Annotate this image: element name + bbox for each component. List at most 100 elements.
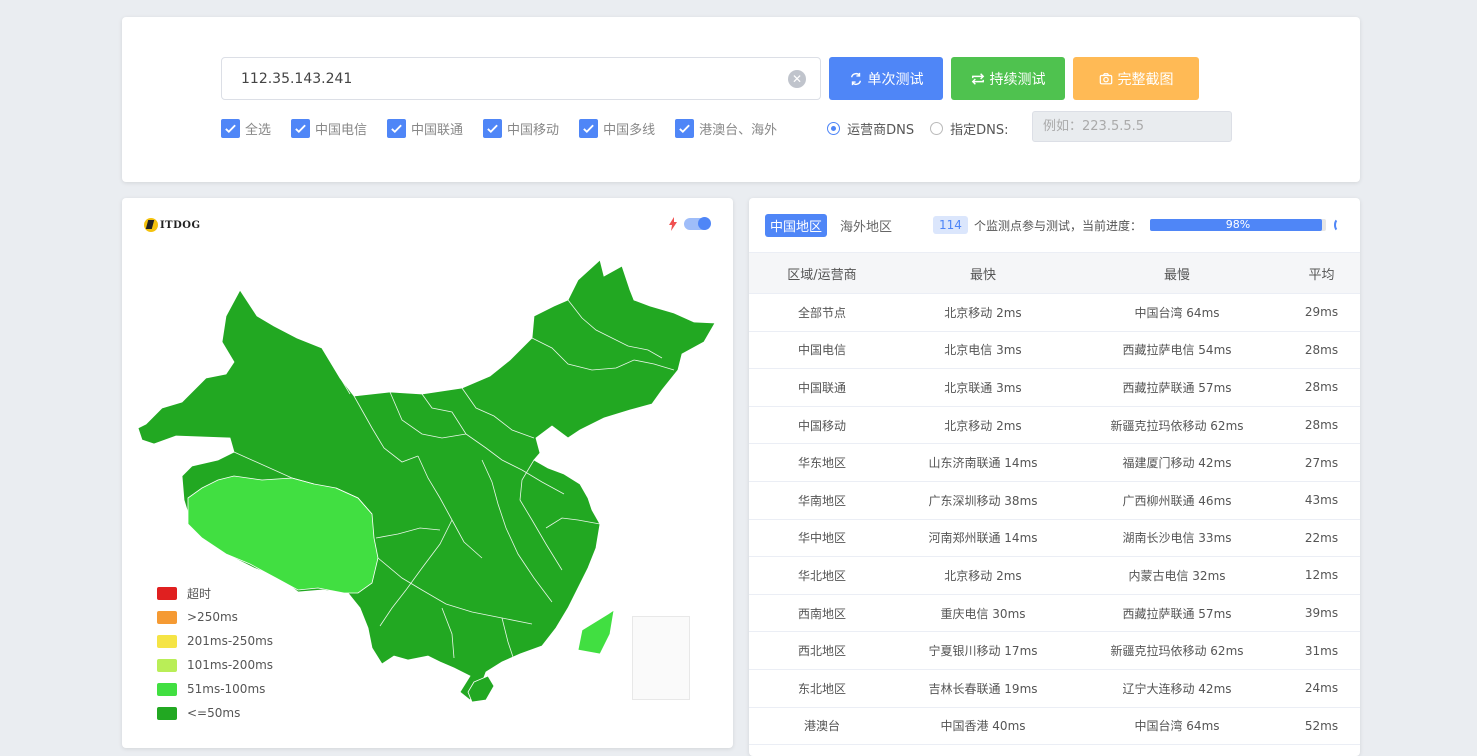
cell-region: 中国移动 — [749, 406, 895, 445]
cell-region: 西南地区 — [749, 594, 895, 633]
cell-slowest: 西藏拉萨电信 54ms — [1071, 331, 1283, 370]
cell-average: 52ms — [1283, 707, 1360, 746]
radio-custom-dns[interactable]: 指定DNS: — [930, 119, 1008, 138]
legend-item-over-250: >250ms — [157, 605, 273, 629]
cell-region: 中国电信 — [749, 331, 895, 370]
full-screenshot-button[interactable]: 完整截图 — [1073, 57, 1199, 100]
cell-slowest: 西藏拉萨联通 57ms — [1071, 594, 1283, 633]
table-row: 华南地区 广东深圳移动 38ms 广西柳州联通 46ms 43ms — [749, 481, 1360, 520]
checkbox-label: 港澳台、海外 — [699, 122, 778, 138]
cell-average: 28ms — [1283, 331, 1360, 370]
table-row: 华北地区 北京移动 2ms 内蒙古电信 32ms 12ms — [749, 556, 1360, 595]
legend-label: 101ms-200ms — [187, 658, 274, 672]
cell-fastest: 宁夏银川移动 17ms — [895, 631, 1071, 670]
progress-label: 个监测点参与测试，当前进度： — [973, 218, 1142, 233]
cell-fastest: 北京电信 3ms — [895, 331, 1071, 370]
tab-overseas[interactable]: 海外地区 — [835, 214, 897, 237]
table-row: 东北地区 吉林长春联通 19ms 辽宁大连移动 42ms 24ms — [749, 669, 1360, 708]
continuous-test-label: 持续测试 — [989, 71, 1046, 88]
target-ip-input[interactable] — [222, 58, 820, 99]
cell-region: 华中地区 — [749, 519, 895, 558]
cell-fastest: 中国香港 40ms — [895, 707, 1071, 746]
checkbox-select-all[interactable]: 全选 — [221, 118, 272, 138]
column-header-slowest: 最慢 — [1071, 252, 1283, 294]
checkbox-label: 中国电信 — [315, 122, 368, 138]
latency-stats-table: 区域/运营商 最快 最慢 平均 全部节点 北京移动 2ms 中国台湾 64ms 29m… — [749, 252, 1360, 746]
checkbox-unicom[interactable]: 中国联通 — [387, 118, 464, 138]
table-row: 西北地区 宁夏银川移动 17ms 新疆克拉玛依移动 62ms 31ms — [749, 631, 1360, 670]
column-header-average: 平均 — [1283, 252, 1360, 294]
checkbox-hk-overseas[interactable]: 港澳台、海外 — [675, 118, 778, 138]
legend-label: >250ms — [187, 610, 238, 624]
cell-average: 43ms — [1283, 481, 1360, 520]
checkbox-icon — [579, 118, 599, 138]
table-header-row: 区域/运营商 最快 最慢 平均 — [749, 252, 1360, 294]
map-region-taiwan[interactable] — [577, 609, 615, 655]
camera-icon — [1099, 72, 1112, 84]
checkbox-label: 全选 — [245, 122, 272, 138]
clear-circle-icon[interactable]: ✕ — [788, 70, 806, 88]
cell-average: 39ms — [1283, 594, 1360, 633]
cell-slowest: 辽宁大连移动 42ms — [1071, 669, 1283, 708]
cell-average: 31ms — [1283, 631, 1360, 670]
progress-percent-text: 98% — [1225, 218, 1251, 231]
isp-filter-row: 全选 中国电信 中国联通 中国移动 中国多线 港澳台、海外 运营商DNS 指定D… — [221, 117, 1024, 139]
table-row: 中国电信 北京电信 3ms 西藏拉萨电信 54ms 28ms — [749, 331, 1360, 370]
cell-average: 24ms — [1283, 669, 1360, 708]
cell-region: 全部节点 — [749, 293, 895, 332]
radio-isp-dns[interactable]: 运营商DNS — [827, 119, 914, 138]
legend-label: 51ms-100ms — [187, 682, 266, 696]
legend-swatch — [157, 586, 177, 600]
cell-slowest: 广西柳州联通 46ms — [1071, 481, 1283, 520]
checkbox-icon — [291, 118, 311, 138]
legend-swatch — [157, 610, 177, 624]
table-body: 全部节点 北京移动 2ms 中国台湾 64ms 29ms 中国电信 北京电信 3ms 西藏拉… — [749, 293, 1360, 746]
table-row: 港澳台 中国香港 40ms 中国台湾 64ms 52ms — [749, 707, 1360, 746]
table-row: 西南地区 重庆电信 30ms 西藏拉萨联通 57ms 39ms — [749, 594, 1360, 633]
cell-fastest: 河南郑州联通 14ms — [895, 519, 1071, 558]
table-row: 全部节点 北京移动 2ms 中国台湾 64ms 29ms — [749, 293, 1360, 332]
continuous-test-button[interactable]: 持续测试 — [951, 57, 1065, 100]
cell-slowest: 新疆克拉玛依移动 62ms — [1071, 406, 1283, 445]
latency-legend: 超时 >250ms 201ms-250ms 101ms-200ms 51ms-1… — [157, 581, 273, 725]
checkbox-multiline[interactable]: 中国多线 — [579, 118, 655, 138]
table-row: 华中地区 河南郑州联通 14ms 湖南长沙电信 33ms 22ms — [749, 519, 1360, 558]
legend-item-51-100: 51ms-100ms — [157, 677, 273, 701]
radio-unselected-icon — [930, 121, 944, 135]
tab-china[interactable]: 中国地区 — [765, 213, 828, 237]
legend-label: 201ms-250ms — [187, 634, 274, 648]
checkbox-icon — [221, 118, 240, 138]
custom-dns-input[interactable] — [1033, 112, 1231, 141]
cell-fastest: 北京移动 2ms — [895, 406, 1071, 445]
cell-fastest: 北京移动 2ms — [895, 293, 1071, 332]
checkbox-mobile[interactable]: 中国移动 — [483, 118, 559, 138]
radio-label: 指定DNS: — [950, 122, 1009, 138]
cell-region: 东北地区 — [749, 669, 895, 708]
full-screenshot-label: 完整截图 — [1117, 71, 1174, 88]
south-china-sea-inset — [632, 616, 690, 700]
radio-label: 运营商DNS — [847, 122, 915, 138]
legend-item-201-250: 201ms-250ms — [157, 629, 273, 653]
legend-swatch — [157, 682, 177, 696]
loop-icon — [971, 72, 984, 85]
table-row: 华东地区 山东济南联通 14ms 福建厦门移动 42ms 27ms — [749, 443, 1360, 482]
stats-header: 中国地区 海外地区 114 个监测点参与测试，当前进度： 98% — [765, 213, 1345, 237]
checkbox-telecom[interactable]: 中国电信 — [291, 118, 368, 138]
legend-label: 超时 — [187, 586, 212, 601]
cell-slowest: 新疆克拉玛依移动 62ms — [1071, 631, 1283, 670]
custom-dns-field-wrapper — [1032, 111, 1232, 142]
cell-region: 华南地区 — [749, 481, 895, 520]
cell-slowest: 西藏拉萨联通 57ms — [1071, 368, 1283, 407]
single-test-button[interactable]: 单次测试 — [829, 57, 943, 100]
legend-item-under-50: <=50ms — [157, 701, 273, 725]
cell-average: 28ms — [1283, 406, 1360, 445]
legend-swatch — [157, 658, 177, 672]
latency-map-panel: ITDOG 超时 >250ms 201ms-250ms 101ms-200ms … — [122, 198, 733, 748]
legend-label: <=50ms — [187, 706, 241, 720]
cell-average: 29ms — [1283, 293, 1360, 332]
cell-fastest: 重庆电信 30ms — [895, 594, 1071, 633]
table-row: 中国移动 北京移动 2ms 新疆克拉玛依移动 62ms 28ms — [749, 406, 1360, 445]
checkbox-label: 中国联通 — [411, 122, 464, 138]
test-progress-bar: 98% — [1149, 218, 1326, 231]
cell-fastest: 山东济南联通 14ms — [895, 443, 1071, 482]
